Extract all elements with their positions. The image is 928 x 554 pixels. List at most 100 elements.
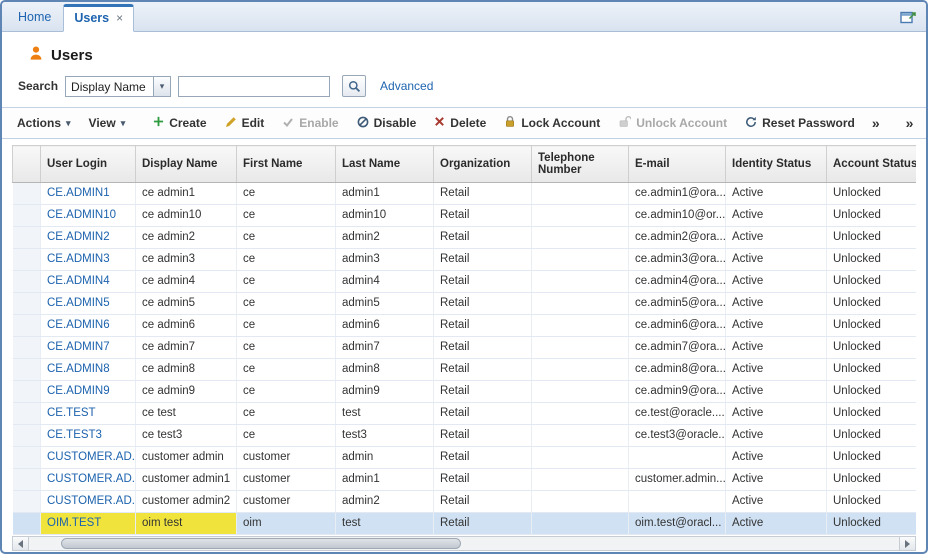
table-row[interactable]: CE.ADMIN7 ce admin7 ce admin7 Retail ce.…	[12, 336, 916, 359]
table-row[interactable]: CE.TEST ce test ce test Retail ce.test@o…	[12, 402, 916, 425]
user-login-link[interactable]: CE.TEST3	[47, 429, 102, 441]
column-header-organization[interactable]: Organization	[433, 145, 532, 183]
table-row[interactable]: CUSTOMER.AD... customer admin customer a…	[12, 446, 916, 469]
new-window-icon[interactable]	[900, 9, 917, 24]
user-login-link[interactable]: CUSTOMER.AD...	[47, 473, 135, 485]
table-row[interactable]: CE.ADMIN6 ce admin6 ce admin6 Retail ce.…	[12, 314, 916, 337]
column-header-telephone[interactable]: Telephone Number	[531, 145, 629, 183]
column-header-first-name[interactable]: First Name	[236, 145, 336, 183]
cell-email: ce.admin7@ora...	[628, 336, 726, 359]
advanced-search-link[interactable]: Advanced	[380, 79, 433, 93]
table-row[interactable]: CUSTOMER.AD... customer admin2 customer …	[12, 490, 916, 513]
row-selector-cell[interactable]	[12, 336, 41, 359]
row-selector-cell[interactable]	[12, 314, 41, 337]
cell-text: Retail	[440, 341, 470, 353]
user-login-link[interactable]: CUSTOMER.AD...	[47, 451, 135, 463]
user-icon	[28, 45, 44, 66]
user-login-link[interactable]: CUSTOMER.AD...	[47, 495, 135, 507]
row-selector-cell[interactable]	[12, 512, 41, 535]
row-selector-cell[interactable]	[12, 292, 41, 315]
column-header-display-name[interactable]: Display Name	[135, 145, 237, 183]
row-selector-cell[interactable]	[12, 402, 41, 425]
unlock-account-button[interactable]: Unlock Account	[609, 115, 736, 131]
table-row[interactable]: CE.ADMIN9 ce admin9 ce admin9 Retail ce.…	[12, 380, 916, 403]
row-selector-cell[interactable]	[12, 424, 41, 447]
search-field-selector[interactable]: Display Name ▾	[65, 75, 172, 97]
horizontal-scrollbar[interactable]	[12, 536, 916, 551]
row-selector-cell[interactable]	[12, 248, 41, 271]
table-row[interactable]: CE.TEST3 ce test3 ce test3 Retail ce.tes…	[12, 424, 916, 447]
user-login-link[interactable]: CE.ADMIN10	[47, 209, 116, 221]
table-row[interactable]: CE.ADMIN5 ce admin5 ce admin5 Retail ce.…	[12, 292, 916, 315]
cell-email: ce.admin2@ora...	[628, 226, 726, 249]
lock-icon	[504, 115, 516, 131]
table-row[interactable]: CUSTOMER.AD... customer admin1 customer …	[12, 468, 916, 491]
table-row[interactable]: OIM.TEST oim test oim test Retail oim.te…	[12, 512, 916, 535]
user-login-link[interactable]: CE.ADMIN9	[47, 385, 110, 397]
table-row[interactable]: CE.ADMIN8 ce admin8 ce admin8 Retail ce.…	[12, 358, 916, 381]
chevron-down-icon[interactable]: ▾	[153, 76, 171, 96]
user-login-link[interactable]: CE.ADMIN5	[47, 297, 110, 309]
row-selector-cell[interactable]	[12, 380, 41, 403]
cell-text: ce	[243, 341, 256, 353]
row-selector-cell[interactable]	[12, 468, 41, 491]
cell-account-status: Unlocked	[826, 336, 916, 359]
scroll-right-arrow[interactable]	[899, 537, 915, 550]
row-selector-cell[interactable]	[12, 204, 41, 227]
row-selector-cell[interactable]	[12, 358, 41, 381]
user-login-link[interactable]: CE.ADMIN8	[47, 363, 110, 375]
table-row[interactable]: CE.ADMIN4 ce admin4 ce admin4 Retail ce.…	[12, 270, 916, 293]
column-header-email[interactable]: E-mail	[628, 145, 726, 183]
user-login-link[interactable]: CE.ADMIN1	[47, 187, 110, 199]
toolbar-overflow-chevron[interactable]: »	[864, 115, 888, 131]
user-login-link[interactable]: OIM.TEST	[47, 517, 101, 529]
table-row[interactable]: CE.ADMIN10 ce admin10 ce admin10 Retail …	[12, 204, 916, 227]
table-row[interactable]: CE.ADMIN2 ce admin2 ce admin2 Retail ce.…	[12, 226, 916, 249]
enable-button[interactable]: Enable	[273, 116, 347, 131]
column-header-label: Last Name	[342, 158, 401, 170]
row-selector-cell[interactable]	[12, 182, 41, 205]
cell-text: Active	[732, 473, 764, 485]
cell-identity-status: Active	[725, 182, 827, 205]
row-selector-cell[interactable]	[12, 270, 41, 293]
edit-button[interactable]: Edit	[216, 116, 274, 131]
create-button[interactable]: Create	[144, 116, 215, 130]
user-login-link[interactable]: CE.ADMIN7	[47, 341, 110, 353]
table-row[interactable]: CE.ADMIN3 ce admin3 ce admin3 Retail ce.…	[12, 248, 916, 271]
scrollbar-thumb[interactable]	[61, 538, 461, 549]
row-selector-cell[interactable]	[12, 490, 41, 513]
search-button[interactable]	[342, 75, 367, 97]
tab-users[interactable]: Users ×	[63, 4, 135, 32]
user-login-link[interactable]: CE.ADMIN6	[47, 319, 110, 331]
user-login-link[interactable]: CE.ADMIN4	[47, 275, 110, 287]
cell-telephone	[531, 424, 629, 447]
cell-identity-status: Active	[725, 490, 827, 513]
reset-password-button[interactable]: Reset Password	[736, 116, 864, 131]
table-row[interactable]: CE.ADMIN1 ce admin1 ce admin1 Retail ce.…	[12, 182, 916, 205]
row-selector-cell[interactable]	[12, 226, 41, 249]
cell-text: admin3	[342, 253, 380, 265]
delete-button[interactable]: Delete	[425, 116, 495, 130]
actions-menu[interactable]: Actions ▾	[8, 116, 80, 130]
view-menu[interactable]: View ▾	[80, 116, 135, 130]
toolbar-secondary-chevron[interactable]: »	[898, 115, 922, 131]
cell-text: admin2	[342, 495, 380, 507]
search-input[interactable]	[178, 75, 331, 97]
column-header-user-login[interactable]: User Login	[40, 145, 136, 183]
cell-account-status: Unlocked	[826, 490, 916, 513]
column-header-account-status[interactable]: Account Status	[826, 145, 916, 183]
cell-identity-status: Active	[725, 270, 827, 293]
cell-text: ce.test@oracle....	[635, 407, 725, 419]
user-login-link[interactable]: CE.ADMIN3	[47, 253, 110, 265]
tab-home[interactable]: Home	[12, 10, 63, 31]
close-icon[interactable]: ×	[116, 12, 123, 24]
user-login-link[interactable]: CE.TEST	[47, 407, 96, 419]
column-header-last-name[interactable]: Last Name	[335, 145, 434, 183]
disable-button[interactable]: Disable	[348, 116, 426, 131]
scroll-left-arrow[interactable]	[13, 537, 29, 550]
column-header-identity-status[interactable]: Identity Status	[725, 145, 827, 183]
user-login-link[interactable]: CE.ADMIN2	[47, 231, 110, 243]
cell-display-name: ce admin10	[135, 204, 237, 227]
row-selector-cell[interactable]	[12, 446, 41, 469]
lock-account-button[interactable]: Lock Account	[495, 115, 609, 131]
